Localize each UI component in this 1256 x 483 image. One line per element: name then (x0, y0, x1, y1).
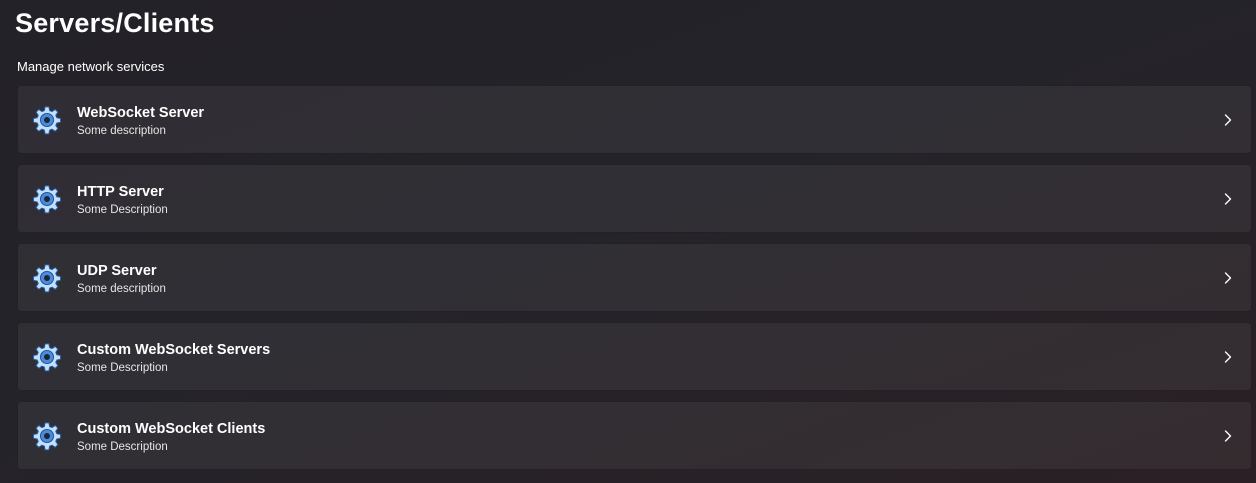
gear-icon (33, 422, 61, 451)
service-title: Custom WebSocket Clients (77, 421, 266, 437)
gear-icon (33, 106, 61, 135)
page-title: Servers/Clients (15, 8, 215, 38)
service-title: HTTP Server (77, 184, 164, 200)
service-card-custom-websocket-clients[interactable]: Custom WebSocket Clients Some Descriptio… (17, 401, 1252, 470)
chevron-right-icon (1224, 430, 1232, 442)
service-title: Custom WebSocket Servers (77, 342, 271, 358)
gear-icon (33, 185, 61, 214)
chevron-right-icon (1224, 272, 1232, 284)
service-description: Some Description (77, 204, 168, 216)
gear-icon (33, 343, 61, 372)
chevron-right-icon (1224, 351, 1232, 363)
page-subtitle: Manage network services (17, 59, 165, 74)
chevron-right-icon (1224, 114, 1232, 126)
service-card-custom-websocket-servers[interactable]: Custom WebSocket Servers Some Descriptio… (17, 322, 1252, 391)
service-description: Some Description (77, 441, 168, 453)
services-list: WebSocket Server Some description HTTP S… (17, 85, 1252, 480)
service-title: WebSocket Server (77, 105, 205, 121)
service-card-udp-server[interactable]: UDP Server Some description (17, 243, 1252, 312)
chevron-right-icon (1224, 193, 1232, 205)
service-description: Some Description (77, 362, 168, 374)
service-title: UDP Server (77, 263, 157, 279)
service-description: Some description (77, 125, 166, 137)
service-card-http-server[interactable]: HTTP Server Some Description (17, 164, 1252, 233)
service-card-websocket-server[interactable]: WebSocket Server Some description (17, 85, 1252, 154)
service-description: Some description (77, 283, 166, 295)
gear-icon (33, 264, 61, 293)
